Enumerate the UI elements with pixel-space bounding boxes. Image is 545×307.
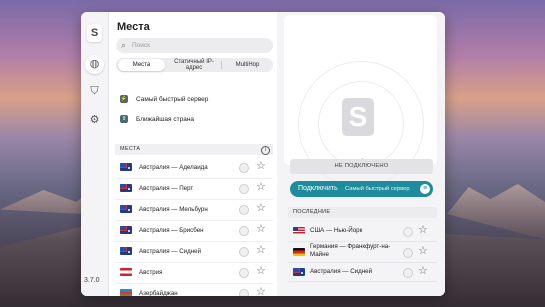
country-flag-icon bbox=[120, 268, 132, 276]
recent-header: ПОСЛЕДНИЕ bbox=[288, 207, 437, 218]
locations-panel: Места ⌕ Места Статичный IP-адрес MultiHo… bbox=[109, 12, 277, 296]
recent-row[interactable]: Германия — Франкфурт-на-Майне ☆ bbox=[288, 241, 437, 263]
connect-label: Подключить bbox=[298, 185, 338, 192]
search-input[interactable] bbox=[132, 39, 262, 51]
settings-gear-icon[interactable]: ⚙ bbox=[88, 114, 101, 127]
status-card: S ︿ bbox=[284, 15, 437, 187]
tab-multihop[interactable]: MultiHop bbox=[224, 59, 271, 71]
recent-row[interactable]: США — Нью-Йорк ☆ bbox=[288, 221, 437, 242]
connect-button[interactable]: Подключить Самый быстрый сервер ≡ bbox=[290, 181, 433, 197]
recent-location-name: США — Нью-Йорк bbox=[310, 227, 363, 234]
country-flag-icon bbox=[120, 247, 132, 255]
country-flag-icon bbox=[120, 184, 132, 192]
ping-indicator-icon bbox=[239, 226, 249, 236]
favorite-star-icon[interactable]: ☆ bbox=[256, 222, 266, 235]
nearest-country-item[interactable]: 9 Ближайшая страна bbox=[120, 113, 194, 125]
country-flag-icon bbox=[120, 226, 132, 234]
surfshark-window: S ◍ ⛉ ⚙ 3.7.0 Места ⌕ Места Статичный IP… bbox=[81, 12, 445, 296]
favorite-star-icon[interactable]: ☆ bbox=[256, 201, 266, 214]
section-label: МЕСТА bbox=[120, 146, 141, 152]
ping-indicator-icon bbox=[239, 247, 249, 257]
location-row[interactable]: Австралия — Перт ☆ bbox=[115, 178, 273, 200]
lightning-icon: ⚡ bbox=[120, 95, 128, 103]
location-pin-icon: 9 bbox=[120, 115, 128, 123]
location-row[interactable]: Австрия ☆ bbox=[115, 262, 273, 284]
favorite-star-icon[interactable]: ☆ bbox=[256, 285, 266, 296]
connection-status: НЕ ПОДКЛЮЧЕНО bbox=[290, 159, 433, 174]
ping-indicator-icon bbox=[239, 184, 249, 194]
section-header: МЕСТА i bbox=[115, 144, 273, 155]
recent-label: ПОСЛЕДНИЕ bbox=[293, 209, 331, 215]
location-row[interactable]: Австралия — Сидней ☆ bbox=[115, 241, 273, 263]
info-icon[interactable]: i bbox=[261, 146, 270, 155]
recent-location-name: Австралия — Сидней bbox=[310, 268, 373, 275]
favorite-star-icon[interactable]: ☆ bbox=[418, 264, 428, 277]
location-row[interactable]: Азербайджан ☆ bbox=[115, 283, 273, 296]
country-flag-icon bbox=[293, 267, 305, 276]
nearest-country-label: Ближайшая страна bbox=[136, 115, 195, 123]
country-flag-icon bbox=[293, 247, 305, 256]
sidebar-rail: S ◍ ⛉ ⚙ 3.7.0 bbox=[81, 12, 109, 296]
locations-globe-icon[interactable]: ◍ bbox=[85, 55, 104, 74]
location-name: Австралия — Аделаида bbox=[139, 164, 208, 171]
ping-indicator-icon bbox=[239, 268, 249, 278]
search-icon: ⌕ bbox=[121, 40, 127, 50]
surfshark-logo: S bbox=[87, 24, 102, 42]
page-title: Места bbox=[117, 21, 150, 33]
location-name: Австралия — Брисбен bbox=[139, 227, 204, 234]
country-flag-icon bbox=[293, 227, 305, 235]
ping-indicator-icon bbox=[403, 267, 413, 278]
ping-indicator-icon bbox=[403, 227, 413, 237]
country-flag-icon bbox=[120, 163, 132, 171]
recent-row[interactable]: Австралия — Сидней ☆ bbox=[288, 262, 437, 282]
fastest-server-item[interactable]: ⚡ Самый быстрый сервер bbox=[120, 93, 208, 105]
ping-indicator-icon bbox=[239, 163, 249, 173]
surfshark-shield-icon: S bbox=[342, 98, 374, 136]
ping-indicator-icon bbox=[403, 247, 413, 258]
fastest-server-label: Самый быстрый сервер bbox=[136, 95, 209, 103]
ping-indicator-icon bbox=[239, 289, 249, 296]
favorite-star-icon[interactable]: ☆ bbox=[256, 180, 266, 193]
country-flag-icon bbox=[120, 205, 132, 213]
recent-location-name: Германия — Франкфурт-на-Майне bbox=[310, 243, 391, 258]
search-box[interactable]: ⌕ bbox=[116, 38, 273, 53]
favorite-star-icon[interactable]: ☆ bbox=[256, 159, 266, 172]
tab-divider bbox=[221, 61, 222, 69]
tab-static-ip[interactable]: Статичный IP-адрес bbox=[168, 59, 220, 71]
location-name: Австралия — Мельбурн bbox=[139, 206, 208, 213]
favorite-star-icon[interactable]: ☆ bbox=[256, 243, 266, 256]
location-name: Азербайджан bbox=[139, 290, 178, 296]
country-flag-icon bbox=[120, 289, 132, 296]
location-name: Австрия bbox=[139, 269, 163, 276]
favorite-star-icon[interactable]: ☆ bbox=[418, 223, 428, 236]
location-row[interactable]: Австралия — Брисбен ☆ bbox=[115, 220, 273, 242]
location-row[interactable]: Австралия — Мельбурн ☆ bbox=[115, 199, 273, 221]
location-tabs: Места Статичный IP-адрес MultiHop bbox=[116, 58, 273, 72]
location-name: Австралия — Сидней bbox=[139, 248, 202, 255]
connection-panel: S ︿ НЕ ПОДКЛЮЧЕНО Подключить Самый быстр… bbox=[282, 12, 445, 296]
server-list-icon[interactable]: ≡ bbox=[420, 184, 430, 194]
location-row[interactable]: Австралия — Аделаида ☆ bbox=[115, 157, 273, 179]
favorite-star-icon[interactable]: ☆ bbox=[418, 244, 428, 257]
tab-locations[interactable]: Места bbox=[118, 59, 165, 71]
connect-target: Самый быстрый сервер bbox=[345, 186, 410, 192]
app-version: 3.7.0 bbox=[84, 277, 100, 284]
shield-icon[interactable]: ⛉ bbox=[88, 85, 101, 98]
ping-indicator-icon bbox=[239, 205, 249, 215]
favorite-star-icon[interactable]: ☆ bbox=[256, 264, 266, 277]
location-name: Австралия — Перт bbox=[139, 185, 194, 192]
